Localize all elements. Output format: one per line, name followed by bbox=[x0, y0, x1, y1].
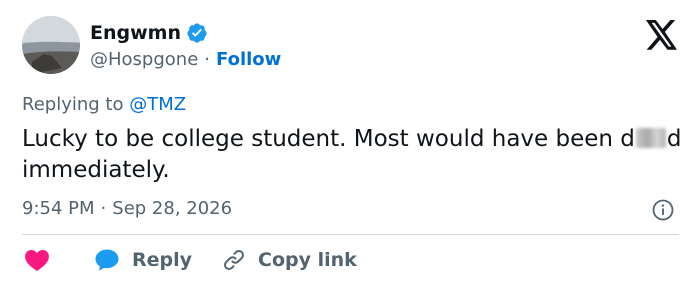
tweet-text: Lucky to be college student. Most would … bbox=[22, 124, 692, 186]
author-name[interactable]: Engwmn bbox=[90, 20, 181, 46]
separator-dot: · bbox=[204, 49, 211, 70]
x-logo-icon[interactable] bbox=[645, 20, 679, 50]
copy-link-label: Copy link bbox=[258, 249, 357, 271]
copy-link-button[interactable]: Copy link bbox=[222, 248, 357, 272]
verified-badge-icon bbox=[186, 22, 208, 44]
follow-button[interactable]: Follow bbox=[216, 48, 281, 72]
info-icon[interactable] bbox=[651, 198, 675, 222]
reply-context-prefix: Replying to bbox=[22, 94, 124, 115]
author-handle-row: @Hospgone · Follow bbox=[90, 48, 281, 72]
reply-mention-link[interactable]: @TMZ bbox=[129, 94, 186, 115]
divider bbox=[22, 234, 679, 235]
reply-button[interactable]: Reply bbox=[94, 248, 192, 272]
separator-dot: · bbox=[100, 198, 107, 219]
reply-context: Replying to @TMZ bbox=[22, 93, 186, 117]
tweet-date: Sep 28, 2026 bbox=[112, 198, 233, 219]
censor-blur bbox=[635, 128, 666, 148]
like-button[interactable] bbox=[24, 248, 50, 272]
tweet-time: 9:54 PM bbox=[22, 198, 95, 219]
tweet-timestamp[interactable]: 9:54 PM · Sep 28, 2026 bbox=[22, 197, 232, 221]
author-handle[interactable]: @Hospgone bbox=[90, 48, 198, 72]
author-name-row: Engwmn bbox=[90, 20, 208, 46]
speech-bubble-icon bbox=[95, 249, 119, 271]
tweet-text-part-1: Lucky to be college student. Most would … bbox=[22, 126, 635, 152]
reply-label: Reply bbox=[132, 249, 193, 271]
link-icon bbox=[224, 250, 244, 270]
action-bar: Reply Copy link bbox=[24, 246, 357, 274]
avatar[interactable] bbox=[22, 16, 80, 74]
heart-icon bbox=[25, 250, 49, 272]
